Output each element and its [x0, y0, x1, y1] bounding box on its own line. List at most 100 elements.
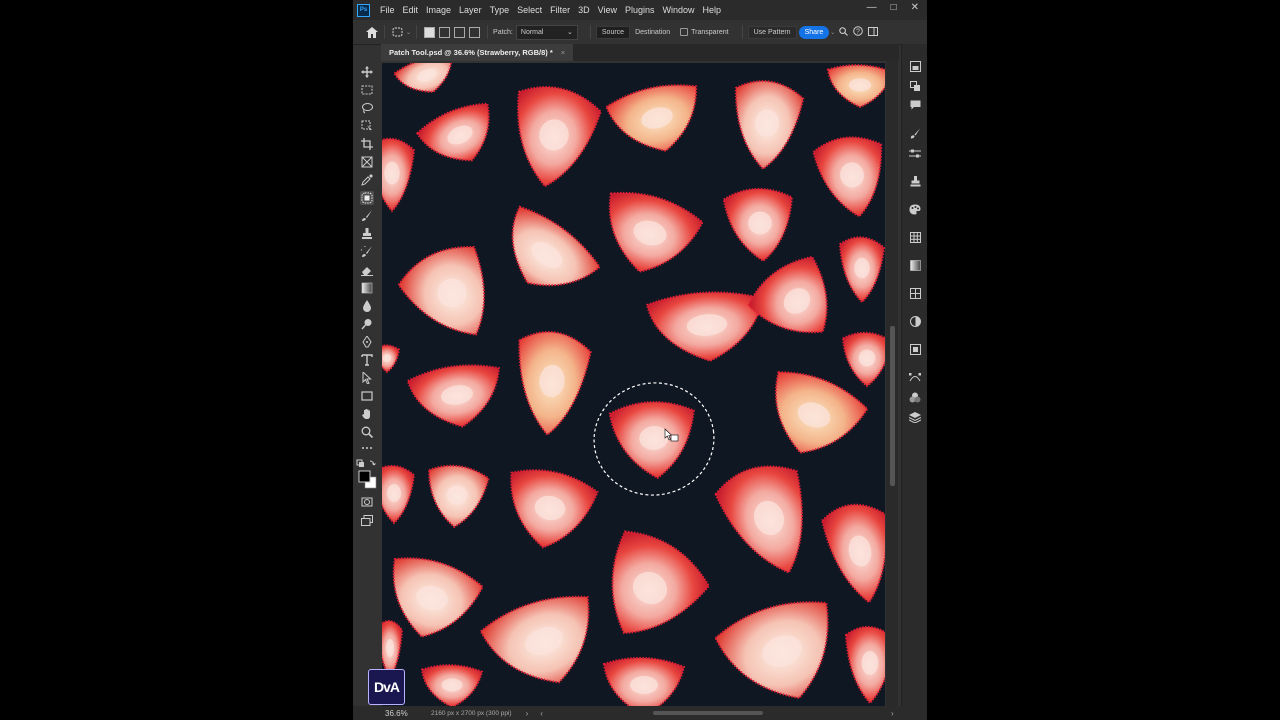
- strawberry-image: [382, 63, 885, 706]
- use-pattern-label: Use Pattern: [753, 28, 791, 36]
- menu-file[interactable]: File: [376, 5, 399, 15]
- libraries-panel-icon[interactable]: [908, 342, 922, 356]
- brush-tool-icon[interactable]: [360, 209, 374, 223]
- add-to-selection-button[interactable]: [439, 26, 451, 38]
- patch-tool-preset-icon[interactable]: ⌄: [392, 27, 411, 37]
- color-swatches[interactable]: [356, 459, 378, 491]
- menu-view[interactable]: View: [594, 5, 621, 15]
- zoom-level[interactable]: 36.6%: [385, 709, 425, 718]
- path-selection-tool-icon[interactable]: [360, 371, 374, 385]
- menu-3d[interactable]: 3D: [574, 5, 594, 15]
- menu-help[interactable]: Help: [699, 5, 726, 15]
- menu-select[interactable]: Select: [513, 5, 546, 15]
- photoshop-window: Ps File Edit Image Layer Type Select Fil…: [353, 0, 927, 720]
- patch-mode-select[interactable]: Normal ⌄: [515, 24, 578, 40]
- maximize-icon[interactable]: □: [891, 2, 897, 13]
- properties-panel-icon[interactable]: [908, 59, 922, 73]
- options-divider: [487, 25, 489, 39]
- channel-logo: DvA: [368, 669, 405, 705]
- use-pattern-button[interactable]: Use Pattern: [747, 25, 797, 39]
- gradients-panel-icon[interactable]: [908, 258, 922, 272]
- brushes-panel-icon[interactable]: [908, 126, 922, 140]
- menu-plugins[interactable]: Plugins: [621, 5, 659, 15]
- svg-text:?: ?: [856, 29, 860, 36]
- zoom-tool-icon[interactable]: [360, 425, 374, 439]
- window-controls: — □ ✕: [867, 2, 919, 13]
- destination-label: Destination: [635, 28, 671, 36]
- horizontal-scroll-thumb[interactable]: [653, 711, 763, 715]
- search-icon[interactable]: [839, 26, 849, 38]
- more-tools-icon[interactable]: [360, 441, 374, 455]
- gradient-tool-icon[interactable]: [360, 281, 374, 295]
- menu-type[interactable]: Type: [486, 5, 514, 15]
- eyedropper-tool-icon[interactable]: [360, 173, 374, 187]
- options-divider: [384, 25, 385, 39]
- destination-option[interactable]: Destination: [630, 27, 675, 38]
- paths-panel-icon[interactable]: [908, 370, 922, 384]
- lasso-tool-icon[interactable]: [360, 101, 374, 115]
- comments-panel-icon[interactable]: [908, 98, 922, 112]
- object-selection-tool-icon[interactable]: [360, 119, 374, 133]
- channels-panel-icon[interactable]: [908, 390, 922, 404]
- patch-tool-icon[interactable]: [360, 191, 374, 205]
- type-tool-icon[interactable]: [360, 353, 374, 367]
- frame-tool-icon[interactable]: [360, 155, 374, 169]
- history-brush-tool-icon[interactable]: [360, 245, 374, 259]
- close-tab-icon[interactable]: ×: [561, 48, 565, 57]
- minimize-icon[interactable]: —: [867, 2, 877, 13]
- document-info[interactable]: 2160 px x 2700 px (300 ppi): [431, 710, 512, 717]
- chevron-right-icon[interactable]: ›: [891, 709, 894, 718]
- menu-bar: Ps File Edit Image Layer Type Select Fil…: [353, 0, 927, 20]
- document-tab[interactable]: Patch Tool.psd @ 36.6% (Strawberry, RGB/…: [381, 44, 574, 61]
- menu-window[interactable]: Window: [659, 5, 699, 15]
- photoshop-logo-icon: Ps: [357, 3, 370, 17]
- quick-mask-icon[interactable]: [360, 495, 374, 509]
- swatches-panel-icon[interactable]: [908, 230, 922, 244]
- screen-mode-icon[interactable]: [360, 513, 374, 527]
- close-icon[interactable]: ✕: [911, 2, 919, 13]
- help-icon[interactable]: ?: [853, 26, 864, 38]
- intersect-selection-button[interactable]: [469, 26, 481, 38]
- brush-settings-panel-icon[interactable]: [908, 146, 922, 160]
- right-panel-dock: [901, 44, 927, 720]
- clone-source-panel-icon[interactable]: [908, 174, 922, 188]
- home-icon[interactable]: [365, 26, 379, 38]
- color-panel-icon[interactable]: [908, 202, 922, 216]
- vertical-scroll-thumb[interactable]: [890, 326, 895, 486]
- chevron-right-icon[interactable]: ›: [526, 709, 529, 718]
- blur-tool-icon[interactable]: [360, 299, 374, 313]
- new-selection-button[interactable]: [424, 26, 436, 38]
- pen-tool-icon[interactable]: [360, 335, 374, 349]
- vertical-scrollbar[interactable]: [886, 61, 898, 706]
- document-canvas[interactable]: [382, 63, 885, 706]
- toolbox: [353, 61, 381, 706]
- crop-tool-icon[interactable]: [360, 137, 374, 151]
- menu-image[interactable]: Image: [422, 5, 455, 15]
- patterns-panel-icon[interactable]: [908, 286, 922, 300]
- marquee-tool-icon[interactable]: [360, 83, 374, 97]
- menu-edit[interactable]: Edit: [399, 5, 423, 15]
- rectangle-tool-icon[interactable]: [360, 389, 374, 403]
- options-bar: ⌄ Patch: Normal ⌄ Source Destination Tra…: [353, 20, 927, 45]
- document-tab-title: Patch Tool.psd @ 36.6% (Strawberry, RGB/…: [389, 48, 553, 57]
- menu-filter[interactable]: Filter: [546, 5, 574, 15]
- move-tool-icon[interactable]: [360, 65, 374, 79]
- adjustment-layer-icon[interactable]: [908, 314, 922, 328]
- clone-stamp-tool-icon[interactable]: [360, 227, 374, 241]
- share-button[interactable]: Share: [798, 25, 830, 39]
- adjustments-panel-icon[interactable]: [908, 79, 922, 93]
- patch-label: Patch:: [493, 28, 513, 36]
- chevron-down-icon[interactable]: ⌄: [830, 29, 835, 36]
- document-tab-bar: Patch Tool.psd @ 36.6% (Strawberry, RGB/…: [381, 44, 899, 61]
- subtract-from-selection-button[interactable]: [454, 26, 466, 38]
- hand-tool-icon[interactable]: [360, 407, 374, 421]
- workspace-icon[interactable]: [868, 26, 879, 38]
- options-divider: [589, 25, 591, 39]
- transparent-checkbox[interactable]: Transparent: [675, 26, 733, 38]
- eraser-tool-icon[interactable]: [360, 263, 374, 277]
- source-option[interactable]: Source: [595, 25, 631, 39]
- layers-panel-icon[interactable]: [908, 410, 922, 424]
- dodge-tool-icon[interactable]: [360, 317, 374, 331]
- menu-layer[interactable]: Layer: [455, 5, 486, 15]
- chevron-left-icon[interactable]: ‹: [540, 709, 543, 718]
